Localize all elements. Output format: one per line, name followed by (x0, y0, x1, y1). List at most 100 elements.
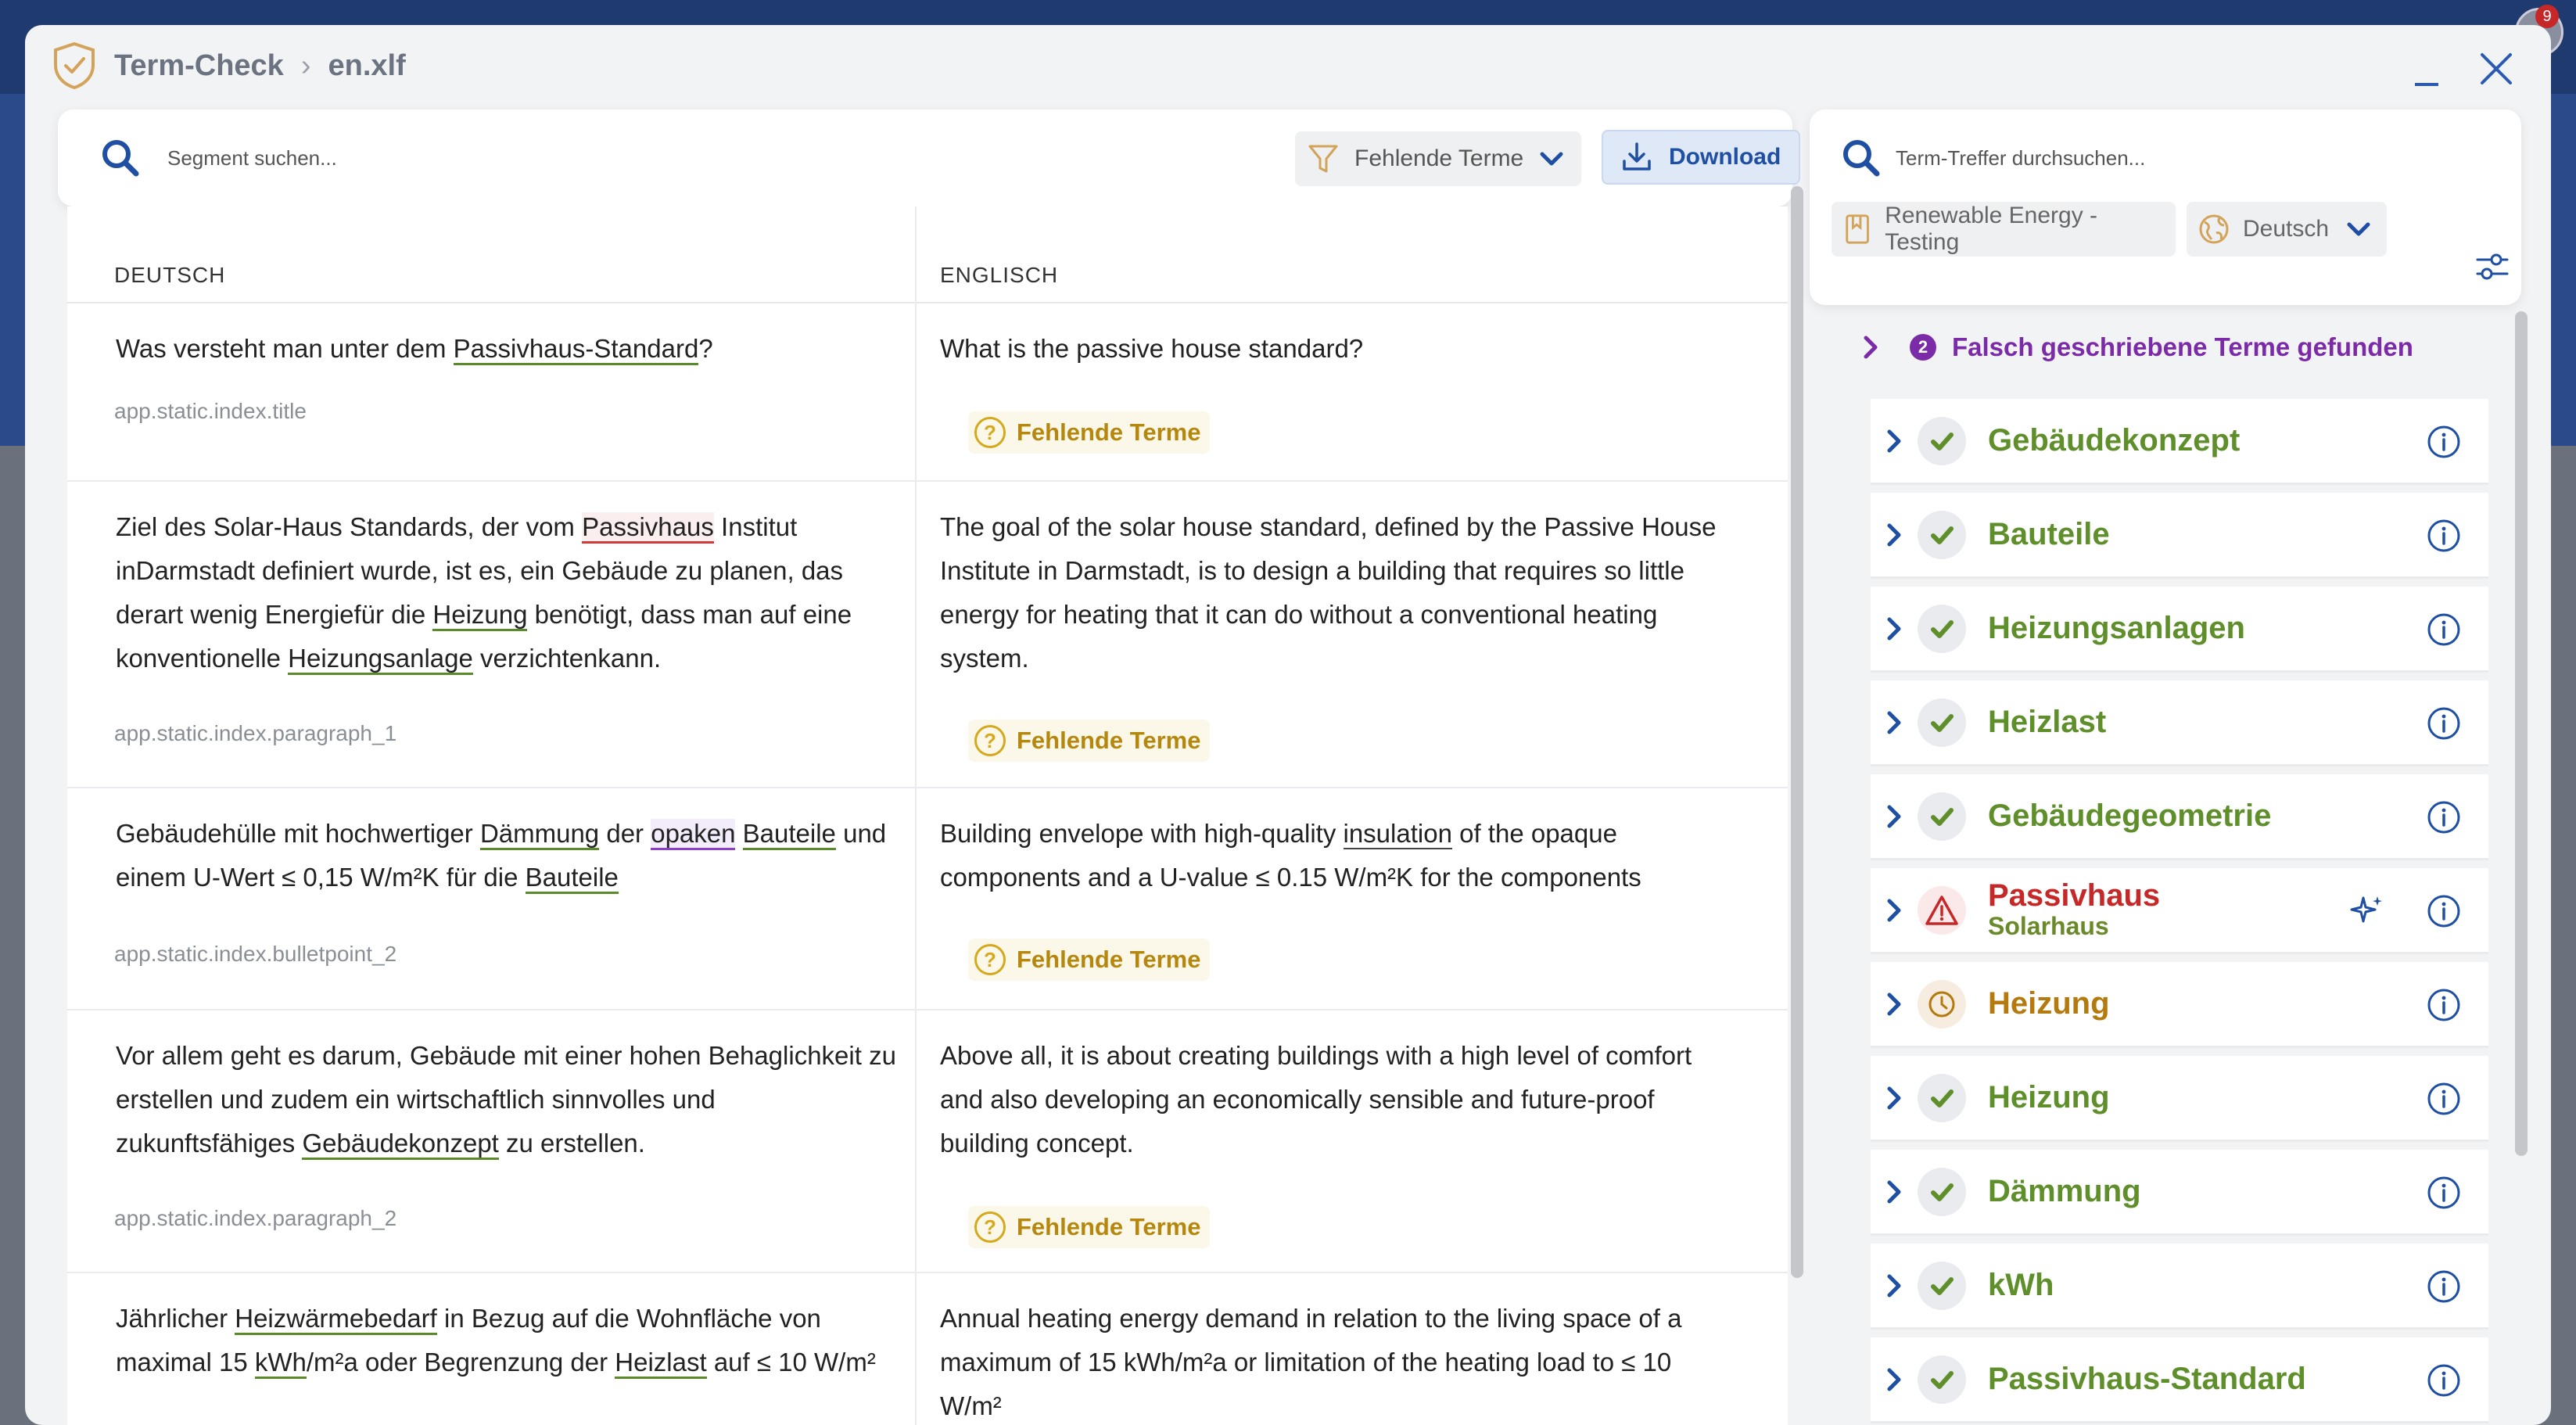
chevron-right-icon[interactable] (1871, 1272, 1918, 1300)
termbase-label: Renewable Energy - Testing (1885, 203, 2098, 255)
table-row[interactable]: Was versteht man unter dem Passivhaus-St… (67, 303, 1788, 482)
term-text: Heizung (1988, 1080, 2110, 1115)
shield-check-icon (54, 41, 95, 90)
download-button[interactable]: Download (1602, 130, 1800, 185)
table-row[interactable]: Jährlicher Heizwärmebedarf in Bezug auf … (67, 1273, 1788, 1425)
question-icon: ? (974, 944, 1006, 975)
term-item[interactable]: Dämmung (1871, 1150, 2488, 1236)
chevron-right-icon[interactable] (1871, 1178, 1918, 1206)
target-text: What is the passive house standard? (940, 334, 1364, 363)
download-label: Download (1669, 144, 1781, 170)
info-icon[interactable] (2426, 612, 2462, 648)
breadcrumb-separator-icon: › (300, 48, 311, 82)
term-item[interactable]: Heizlast (1871, 680, 2488, 766)
term-name: kWh (1988, 1268, 2054, 1302)
missing-terms-badge[interactable]: ? Fehlende Terme (968, 720, 1211, 762)
segment-key: app.static.index.bulletpoint_2 (114, 942, 397, 966)
check-icon (1918, 791, 1966, 841)
term-item[interactable]: Bauteile (1871, 493, 2488, 579)
info-icon[interactable] (2426, 518, 2462, 554)
language-label: Deutsch (2243, 216, 2330, 242)
chevron-right-icon[interactable] (1871, 896, 1918, 924)
check-icon (1918, 1261, 1966, 1310)
info-icon[interactable] (2426, 1269, 2462, 1305)
misspelled-label: Falsch geschriebene Terme gefunden (1952, 332, 2413, 361)
table-row[interactable]: Ziel des Solar-Haus Standards, der vom P… (67, 482, 1788, 788)
question-icon: ? (974, 417, 1006, 448)
question-icon: ? (974, 725, 1006, 756)
check-icon (1918, 1073, 1966, 1122)
termbase-selector[interactable]: Renewable Energy - Testing (1832, 202, 2176, 257)
segment-scrollbar[interactable] (1791, 186, 1803, 1278)
term-item[interactable]: Passivhaus-Standard (1871, 1337, 2488, 1423)
segment-key: app.static.index.title (114, 399, 307, 423)
sparkle-icon[interactable] (2348, 892, 2387, 931)
missing-terms-badge[interactable]: ? Fehlende Terme (968, 411, 1211, 454)
close-icon[interactable] (2473, 45, 2520, 92)
target-text: Building envelope with high-quality insu… (940, 819, 1641, 892)
term-check-modal: Term-Check › en.xlf Fehlende Terme (25, 25, 2551, 1425)
check-icon (1918, 698, 1966, 747)
term-text: Dämmung (1988, 1174, 2141, 1209)
breadcrumb-app[interactable]: Term-Check (114, 49, 284, 83)
term-name: Bauteile (1988, 517, 2110, 551)
missing-terms-badge[interactable]: ? Fehlende Terme (968, 1206, 1211, 1248)
term-list: 2 Falsch geschriebene Terme gefunden Geb… (1833, 305, 2498, 1425)
term-item[interactable]: kWh (1871, 1244, 2488, 1330)
term-name: Passivhaus-Standard (1988, 1362, 2306, 1396)
source-text: Vor allem geht es darum, Gebäude mit ein… (116, 1034, 898, 1165)
term-scrollbar[interactable] (2515, 311, 2528, 1156)
chevron-down-icon (1540, 152, 1563, 166)
misspelled-terms-group[interactable]: 2 Falsch geschriebene Terme gefunden (1833, 305, 2474, 389)
info-icon[interactable] (2426, 424, 2462, 460)
table-row[interactable]: Gebäudehülle mit hochwertiger Dämmung de… (67, 788, 1788, 1010)
column-header-target: ENGLISCH (940, 263, 1059, 287)
term-text: kWh (1988, 1268, 2054, 1303)
segment-key: app.static.index.paragraph_2 (114, 1206, 397, 1230)
term-item[interactable]: Heizung (1871, 962, 2488, 1048)
missing-terms-label: Fehlende Terme (1017, 727, 1201, 754)
term-item[interactable]: Gebäudegeometrie (1871, 774, 2488, 860)
term-item[interactable]: Heizung (1871, 1056, 2488, 1142)
segment-toolbar: Fehlende Terme Download (58, 109, 1800, 206)
term-name: Heizungsanlagen (1988, 611, 2245, 645)
chevron-right-icon[interactable] (1871, 990, 1918, 1018)
term-item[interactable]: Gebäudekonzept (1871, 399, 2488, 485)
chevron-right-icon[interactable] (1871, 615, 1918, 643)
table-header: DEUTSCH ENGLISCH (67, 206, 1788, 303)
source-text: Jährlicher Heizwärmebedarf in Bezug auf … (116, 1297, 898, 1384)
info-icon[interactable] (2426, 1081, 2462, 1117)
minimize-button[interactable] (2406, 56, 2449, 94)
chevron-right-icon[interactable] (1871, 1084, 1918, 1112)
chevron-right-icon[interactable] (1871, 427, 1918, 455)
info-icon[interactable] (2426, 1175, 2462, 1211)
term-search-input[interactable] (1896, 133, 2443, 183)
term-name: Gebäudekonzept (1988, 423, 2241, 458)
language-dropdown[interactable]: Deutsch (2187, 202, 2387, 257)
chevron-down-icon (2347, 222, 2370, 236)
chevron-right-icon[interactable] (1871, 709, 1918, 737)
missing-terms-badge[interactable]: ? Fehlende Terme (968, 939, 1211, 981)
term-item[interactable]: Heizungsanlagen (1871, 587, 2488, 673)
term-text: Passivhaus-Standard (1988, 1362, 2306, 1397)
info-icon[interactable] (2426, 799, 2462, 835)
info-icon[interactable] (2426, 1362, 2462, 1398)
table-row[interactable]: Vor allem geht es darum, Gebäude mit ein… (67, 1010, 1788, 1273)
sliders-icon[interactable] (2474, 249, 2510, 285)
term-item[interactable]: Passivhaus Solarhaus (1871, 868, 2488, 954)
search-icon (1843, 140, 1880, 177)
chevron-right-icon[interactable] (1871, 521, 1918, 549)
target-text: Annual heating energy demand in relation… (940, 1304, 1682, 1420)
chevron-right-icon[interactable] (1871, 802, 1918, 831)
segment-search-input[interactable] (167, 133, 1184, 183)
target-text: Above all, it is about creating building… (940, 1041, 1692, 1158)
filter-dropdown[interactable]: Fehlende Terme (1295, 131, 1581, 186)
check-icon (1918, 510, 1966, 559)
missing-terms-label: Fehlende Terme (1017, 946, 1201, 973)
info-icon[interactable] (2426, 705, 2462, 741)
missing-terms-label: Fehlende Terme (1017, 418, 1201, 446)
info-icon[interactable] (2426, 987, 2462, 1023)
question-icon: ? (974, 1211, 1006, 1243)
chevron-right-icon[interactable] (1871, 1366, 1918, 1394)
info-icon[interactable] (2426, 893, 2462, 929)
